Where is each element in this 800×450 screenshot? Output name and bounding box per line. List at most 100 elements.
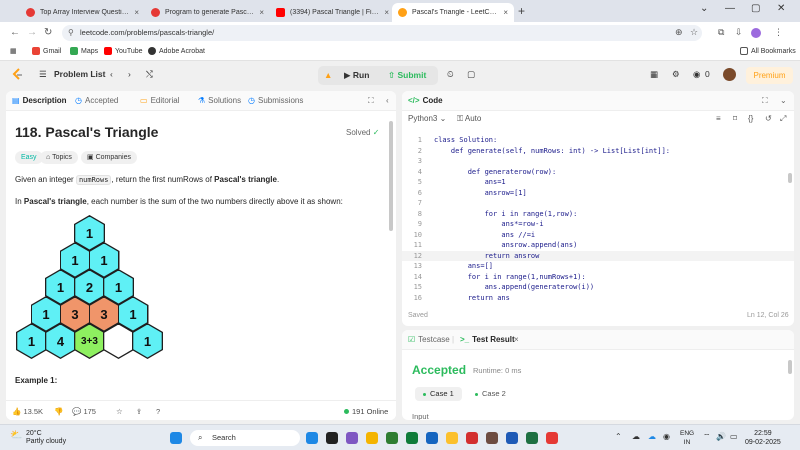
code-line[interactable]: 3 (402, 156, 794, 167)
close-tab-icon[interactable]: × (255, 8, 264, 17)
code-line[interactable]: 12 return ansrow (402, 250, 794, 261)
tray-chevron-icon[interactable]: ⌃ (615, 432, 622, 441)
result-scrollbar[interactable] (788, 360, 792, 374)
tab-search-button[interactable]: ⌄ (700, 3, 708, 14)
taskbar-app-icon[interactable] (386, 432, 398, 444)
taskbar-app-icon[interactable] (366, 432, 378, 444)
streak-fire-icon[interactable]: ◉ (693, 69, 700, 80)
code-line[interactable]: 7 (402, 198, 794, 209)
help-icon[interactable]: ? (156, 407, 160, 416)
clock[interactable]: 22:59 09-02-2025 (745, 429, 781, 447)
code-line[interactable]: 16 return ans (402, 293, 794, 304)
code-line[interactable]: 4 def generaterow(row): (402, 167, 794, 178)
code-scrollbar[interactable] (788, 173, 792, 183)
tab-submissions[interactable]: ◷ Submissions (248, 96, 303, 105)
taskbar-app-icon[interactable] (306, 432, 318, 444)
close-tab-icon[interactable]: × (130, 8, 139, 17)
taskbar-app-icon[interactable] (326, 432, 338, 444)
close-tab-icon[interactable]: × (499, 8, 508, 17)
braces-icon[interactable]: {} (748, 114, 753, 123)
leetcode-logo-icon[interactable] (11, 68, 25, 82)
back-arrow-icon[interactable]: ← (10, 27, 20, 38)
bookmark-adobe-acrobat[interactable]: Adobe Acrobat (148, 47, 205, 55)
debug-icon[interactable]: ▲ (324, 70, 332, 80)
premium-button[interactable]: Premium (746, 67, 793, 84)
code-line[interactable]: 10 ans //=i (402, 230, 794, 241)
problem-list-icon[interactable]: ☰ (39, 69, 47, 80)
language-indicator[interactable]: ENG IN (680, 429, 694, 447)
browser-tab-1[interactable]: Top Array Interview Questions × (20, 3, 145, 22)
app-tray-icon[interactable]: ◉ (663, 432, 670, 441)
downloads-icon[interactable]: ⇩ (735, 27, 743, 38)
like-button[interactable]: 👍 13.5K (12, 407, 43, 416)
tab-accepted[interactable]: ◷ Accepted (75, 96, 118, 105)
tab-editorial[interactable]: ▭ Editorial (140, 96, 179, 105)
code-line[interactable]: 13 ans=[] (402, 261, 794, 272)
forward-arrow-icon[interactable]: → (27, 27, 37, 38)
browser-tab-3[interactable]: (3394) Pascal Triangle | Finding... × (270, 3, 395, 22)
reset-icon[interactable]: ↺ (765, 114, 772, 123)
taskbar-app-icon[interactable] (526, 432, 538, 444)
bookmark-icon[interactable]: ⌑ (733, 114, 737, 123)
collapse-panel-icon[interactable]: ‹ (386, 96, 389, 105)
layout-icon[interactable]: ▦ (650, 69, 658, 80)
taskbar-app-icon[interactable] (466, 432, 478, 444)
expand-icon[interactable]: ⛶ (368, 96, 374, 106)
run-button[interactable]: ▶ Run (344, 70, 369, 81)
bookmark-star-icon[interactable]: ☆ (690, 27, 698, 38)
taskbar-app-icon[interactable] (406, 432, 418, 444)
case-1-tab[interactable]: Case 1 (415, 387, 462, 401)
expand-code-icon[interactable]: ⛶ (762, 96, 768, 106)
wifi-icon[interactable]: ⌔ (703, 432, 711, 442)
code-line[interactable]: 8 for i in range(1,row): (402, 209, 794, 220)
shuffle-icon[interactable]: ⤭ (146, 69, 153, 80)
share-icon[interactable]: ⇪ (136, 407, 142, 416)
tab-code[interactable]: </> Code (408, 96, 443, 105)
auto-lock-toggle[interactable]: ⚿ Auto (457, 114, 481, 124)
cloud-icon[interactable]: ☁ (648, 432, 656, 441)
maximize-button[interactable]: ▢ (751, 3, 760, 14)
extensions-icon[interactable]: ⧉ (718, 27, 724, 38)
taskbar-app-icon[interactable] (486, 432, 498, 444)
profile-avatar-icon[interactable] (751, 28, 761, 38)
tab-testcase[interactable]: ☑ Testcase (408, 335, 450, 344)
new-tab-button[interactable]: + (518, 4, 525, 18)
user-avatar[interactable] (723, 68, 736, 81)
code-line[interactable]: 6 ansrow=[1] (402, 188, 794, 199)
browser-tab-2[interactable]: Program to generate Pascal's Triangle × (145, 3, 270, 22)
notes-icon[interactable]: ▢ (467, 69, 475, 80)
url-input[interactable]: ⚲ leetcode.com/problems/pascals-triangle… (62, 25, 702, 41)
code-line[interactable]: 14 for i in range(1,numRows+1): (402, 272, 794, 283)
collapse-code-icon[interactable]: ⌄ (780, 96, 787, 105)
dislike-button[interactable]: 👎 (54, 407, 63, 416)
close-result-icon[interactable]: × (514, 335, 519, 344)
taskbar-search[interactable]: ⌕ Search (190, 430, 300, 446)
tab-description[interactable]: ▤ Description (12, 96, 67, 105)
description-scrollbar[interactable] (389, 121, 393, 231)
code-line[interactable]: 15 ans.append(generaterow(i)) (402, 282, 794, 293)
taskbar-app-icon[interactable] (506, 432, 518, 444)
language-select[interactable]: Python3 ⌄ (408, 114, 446, 123)
volume-icon[interactable]: 🔊 (716, 432, 726, 441)
submit-button[interactable]: ⇧ Submit (388, 70, 426, 81)
site-info-icon[interactable]: ⚲ (68, 25, 74, 41)
code-line[interactable]: 5 ans=1 (402, 177, 794, 188)
code-line[interactable]: 11 ansrow.append(ans) (402, 240, 794, 251)
close-tab-icon[interactable]: × (380, 8, 389, 17)
browser-tab-4[interactable]: Pascal's Triangle - LeetCode × (392, 3, 514, 22)
next-problem-icon[interactable]: › (128, 69, 131, 79)
comments-button[interactable]: 💬 175 (72, 407, 96, 416)
bookmark-maps[interactable]: Maps (70, 47, 98, 55)
taskbar-app-icon[interactable] (546, 432, 558, 444)
prev-problem-icon[interactable]: ‹ (110, 69, 113, 79)
timer-icon[interactable]: ⏲ (447, 69, 454, 80)
bookmark-gmail[interactable]: Gmail (32, 47, 61, 55)
all-bookmarks[interactable]: All Bookmarks (740, 47, 796, 55)
taskbar-app-icon[interactable] (426, 432, 438, 444)
fullscreen-icon[interactable]: ⤢ (780, 114, 786, 124)
apps-grid-icon[interactable]: ▦ (10, 47, 17, 55)
topics-chip[interactable]: ⌂ Topics (40, 151, 78, 164)
browser-menu-icon[interactable]: ⋮ (774, 27, 783, 38)
tab-test-result[interactable]: >_ Test Result (460, 335, 515, 344)
taskbar-app-icon[interactable] (446, 432, 458, 444)
